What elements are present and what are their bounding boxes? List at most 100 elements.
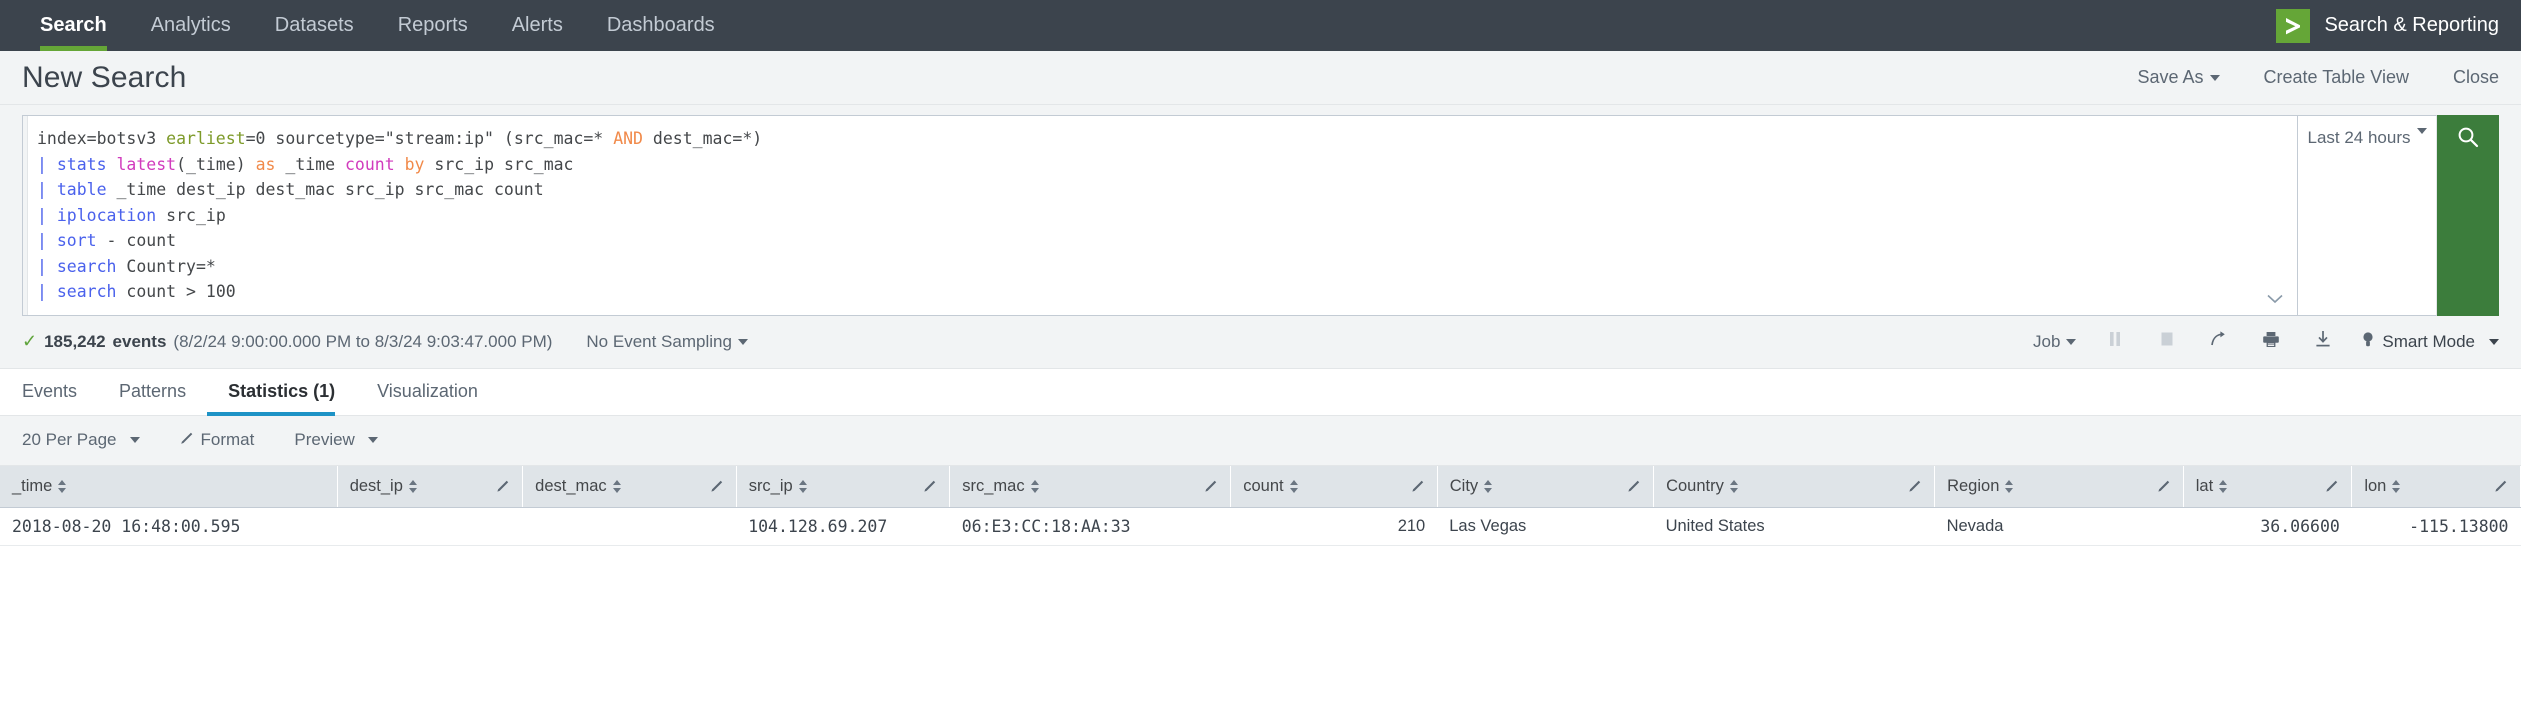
edit-column-icon[interactable] bbox=[710, 479, 724, 493]
column-header-label[interactable]: Country bbox=[1666, 477, 1724, 496]
nav-item-analytics[interactable]: Analytics bbox=[129, 0, 253, 51]
sort-toggle-icon[interactable] bbox=[1729, 480, 1738, 493]
spl-token: (_time) bbox=[176, 154, 256, 174]
column-header-label[interactable]: City bbox=[1450, 477, 1478, 496]
column-header-Country[interactable]: Country bbox=[1653, 465, 1936, 508]
cell-count[interactable]: 210 bbox=[1230, 507, 1438, 546]
column-header-label[interactable]: _time bbox=[12, 477, 52, 496]
run-search-button[interactable] bbox=[2437, 115, 2499, 316]
preview-button[interactable]: Preview bbox=[294, 430, 378, 450]
sort-toggle-icon[interactable] bbox=[798, 480, 807, 493]
column-header-src_mac[interactable]: src_mac bbox=[949, 465, 1232, 508]
create-table-view-button[interactable]: Create Table View bbox=[2264, 67, 2409, 88]
share-button[interactable] bbox=[2206, 330, 2232, 354]
column-header-Region[interactable]: Region bbox=[1934, 465, 2184, 508]
sort-toggle-icon[interactable] bbox=[2219, 480, 2228, 493]
spl-token: AND bbox=[613, 129, 643, 148]
main-nav: Search Analytics Datasets Reports Alerts Dash… bbox=[0, 0, 737, 51]
tab-statistics-1[interactable]: Statistics (1) bbox=[207, 369, 356, 416]
spl-token: search bbox=[56, 256, 117, 276]
cell-dest_mac[interactable] bbox=[522, 507, 737, 546]
cell-time[interactable]: 2018-08-20 16:48:00.595 bbox=[0, 507, 338, 546]
format-button[interactable]: Format bbox=[180, 430, 254, 450]
edit-column-icon[interactable] bbox=[2157, 479, 2171, 493]
column-header-count[interactable]: count bbox=[1230, 465, 1438, 508]
sort-toggle-icon[interactable] bbox=[58, 480, 67, 493]
export-button[interactable] bbox=[2310, 330, 2336, 354]
column-header-label[interactable]: dest_mac bbox=[535, 477, 607, 496]
page-title: New Search bbox=[22, 60, 187, 94]
edit-column-icon[interactable] bbox=[2325, 479, 2339, 493]
search-mode-selector[interactable]: Smart Mode bbox=[2362, 331, 2499, 353]
sort-toggle-icon[interactable] bbox=[2005, 480, 2014, 493]
column-header-src_ip[interactable]: src_ip bbox=[736, 465, 951, 508]
edit-column-icon[interactable] bbox=[2494, 479, 2508, 493]
column-header-dest_mac[interactable]: dest_mac bbox=[522, 465, 737, 508]
edit-column-icon[interactable] bbox=[1908, 479, 1922, 493]
column-header-lon[interactable]: lon bbox=[2351, 465, 2521, 508]
table-row[interactable]: 2018-08-20 16:48:00.595 104.128.69.207 06:… bbox=[0, 507, 2521, 546]
spl-token: | bbox=[37, 231, 57, 250]
nav-item-alerts[interactable]: Alerts bbox=[490, 0, 585, 51]
column-header-time[interactable]: _time bbox=[0, 465, 338, 508]
app-brand[interactable]: Search & Reporting bbox=[2276, 0, 2521, 51]
close-button[interactable]: Close bbox=[2453, 67, 2499, 88]
edit-column-icon[interactable] bbox=[1627, 479, 1641, 493]
tab-patterns[interactable]: Patterns bbox=[98, 369, 207, 415]
edit-column-icon[interactable] bbox=[496, 479, 510, 493]
sort-toggle-icon[interactable] bbox=[1030, 480, 1039, 493]
event-sampling-dropdown[interactable]: No Event Sampling bbox=[586, 332, 748, 352]
cell-lon[interactable]: -115.13800 bbox=[2351, 507, 2521, 546]
column-header-label[interactable]: Region bbox=[1947, 477, 1999, 496]
sort-toggle-icon[interactable] bbox=[612, 480, 621, 493]
save-as-button[interactable]: Save As bbox=[2137, 67, 2220, 88]
nav-item-search[interactable]: Search bbox=[18, 0, 129, 51]
spl-token: index=botsv3 bbox=[37, 129, 167, 148]
nav-item-datasets[interactable]: Datasets bbox=[253, 0, 376, 51]
column-header-City[interactable]: City bbox=[1437, 465, 1655, 508]
column-header-inner: lat bbox=[2196, 477, 2340, 496]
pause-button[interactable] bbox=[2102, 330, 2128, 354]
cell-src_ip[interactable]: 104.128.69.207 bbox=[736, 507, 950, 546]
print-button[interactable] bbox=[2258, 330, 2284, 354]
20-per-page-button[interactable]: 20 Per Page bbox=[22, 430, 140, 450]
column-header-label[interactable]: count bbox=[1243, 477, 1283, 496]
tab-label: Visualization bbox=[377, 381, 478, 401]
sort-toggle-icon[interactable] bbox=[1484, 480, 1493, 493]
column-header-label[interactable]: lat bbox=[2196, 477, 2213, 496]
cell-lat[interactable]: 36.06600 bbox=[2183, 507, 2352, 546]
tab-visualization[interactable]: Visualization bbox=[356, 369, 499, 415]
cell-Country[interactable]: United States bbox=[1653, 507, 1935, 546]
spl-token: table bbox=[56, 180, 107, 199]
tab-events[interactable]: Events bbox=[22, 369, 98, 415]
column-header-dest_ip[interactable]: dest_ip bbox=[337, 465, 524, 508]
spl-token: _time dest_ip dest_mac src_ip src_mac co… bbox=[106, 180, 544, 199]
search-query-input[interactable]: index=botsv3 earliest=0 sourcetype="stre… bbox=[22, 115, 2297, 316]
spl-line: | table _time dest_ip dest_mac src_ip sr… bbox=[37, 177, 2257, 203]
column-header-label[interactable]: src_ip bbox=[749, 477, 793, 496]
chevron-down-icon[interactable] bbox=[2267, 292, 2283, 307]
splunk-chevron-icon bbox=[2276, 8, 2311, 43]
edit-column-icon[interactable] bbox=[1204, 479, 1218, 493]
cell-Region[interactable]: Nevada bbox=[1934, 507, 2184, 546]
column-header-lat[interactable]: lat bbox=[2183, 465, 2353, 508]
sort-toggle-icon[interactable] bbox=[1289, 480, 1298, 493]
edit-column-icon[interactable] bbox=[1411, 479, 1425, 493]
column-header-inner: src_ip bbox=[749, 477, 938, 496]
time-range-picker[interactable]: Last 24 hours bbox=[2297, 115, 2437, 316]
job-menu-button[interactable]: Job bbox=[2033, 332, 2077, 352]
sort-toggle-icon[interactable] bbox=[408, 480, 417, 493]
stop-button[interactable] bbox=[2154, 330, 2180, 354]
cell-src_mac[interactable]: 06:E3:CC:18:AA:33 bbox=[949, 507, 1231, 546]
chevron-down-icon bbox=[367, 437, 378, 443]
cell-City[interactable]: Las Vegas bbox=[1437, 507, 1654, 546]
column-header-label[interactable]: dest_ip bbox=[350, 477, 403, 496]
column-header-label[interactable]: lon bbox=[2364, 477, 2386, 496]
column-header-label[interactable]: src_mac bbox=[962, 477, 1024, 496]
time-range-label: Last 24 hours bbox=[2307, 128, 2411, 147]
edit-column-icon[interactable] bbox=[923, 479, 937, 493]
sort-toggle-icon[interactable] bbox=[2392, 480, 2401, 493]
nav-item-reports[interactable]: Reports bbox=[376, 0, 490, 51]
cell-dest_ip[interactable] bbox=[337, 507, 523, 546]
nav-item-dashboards[interactable]: Dashboards bbox=[585, 0, 737, 51]
